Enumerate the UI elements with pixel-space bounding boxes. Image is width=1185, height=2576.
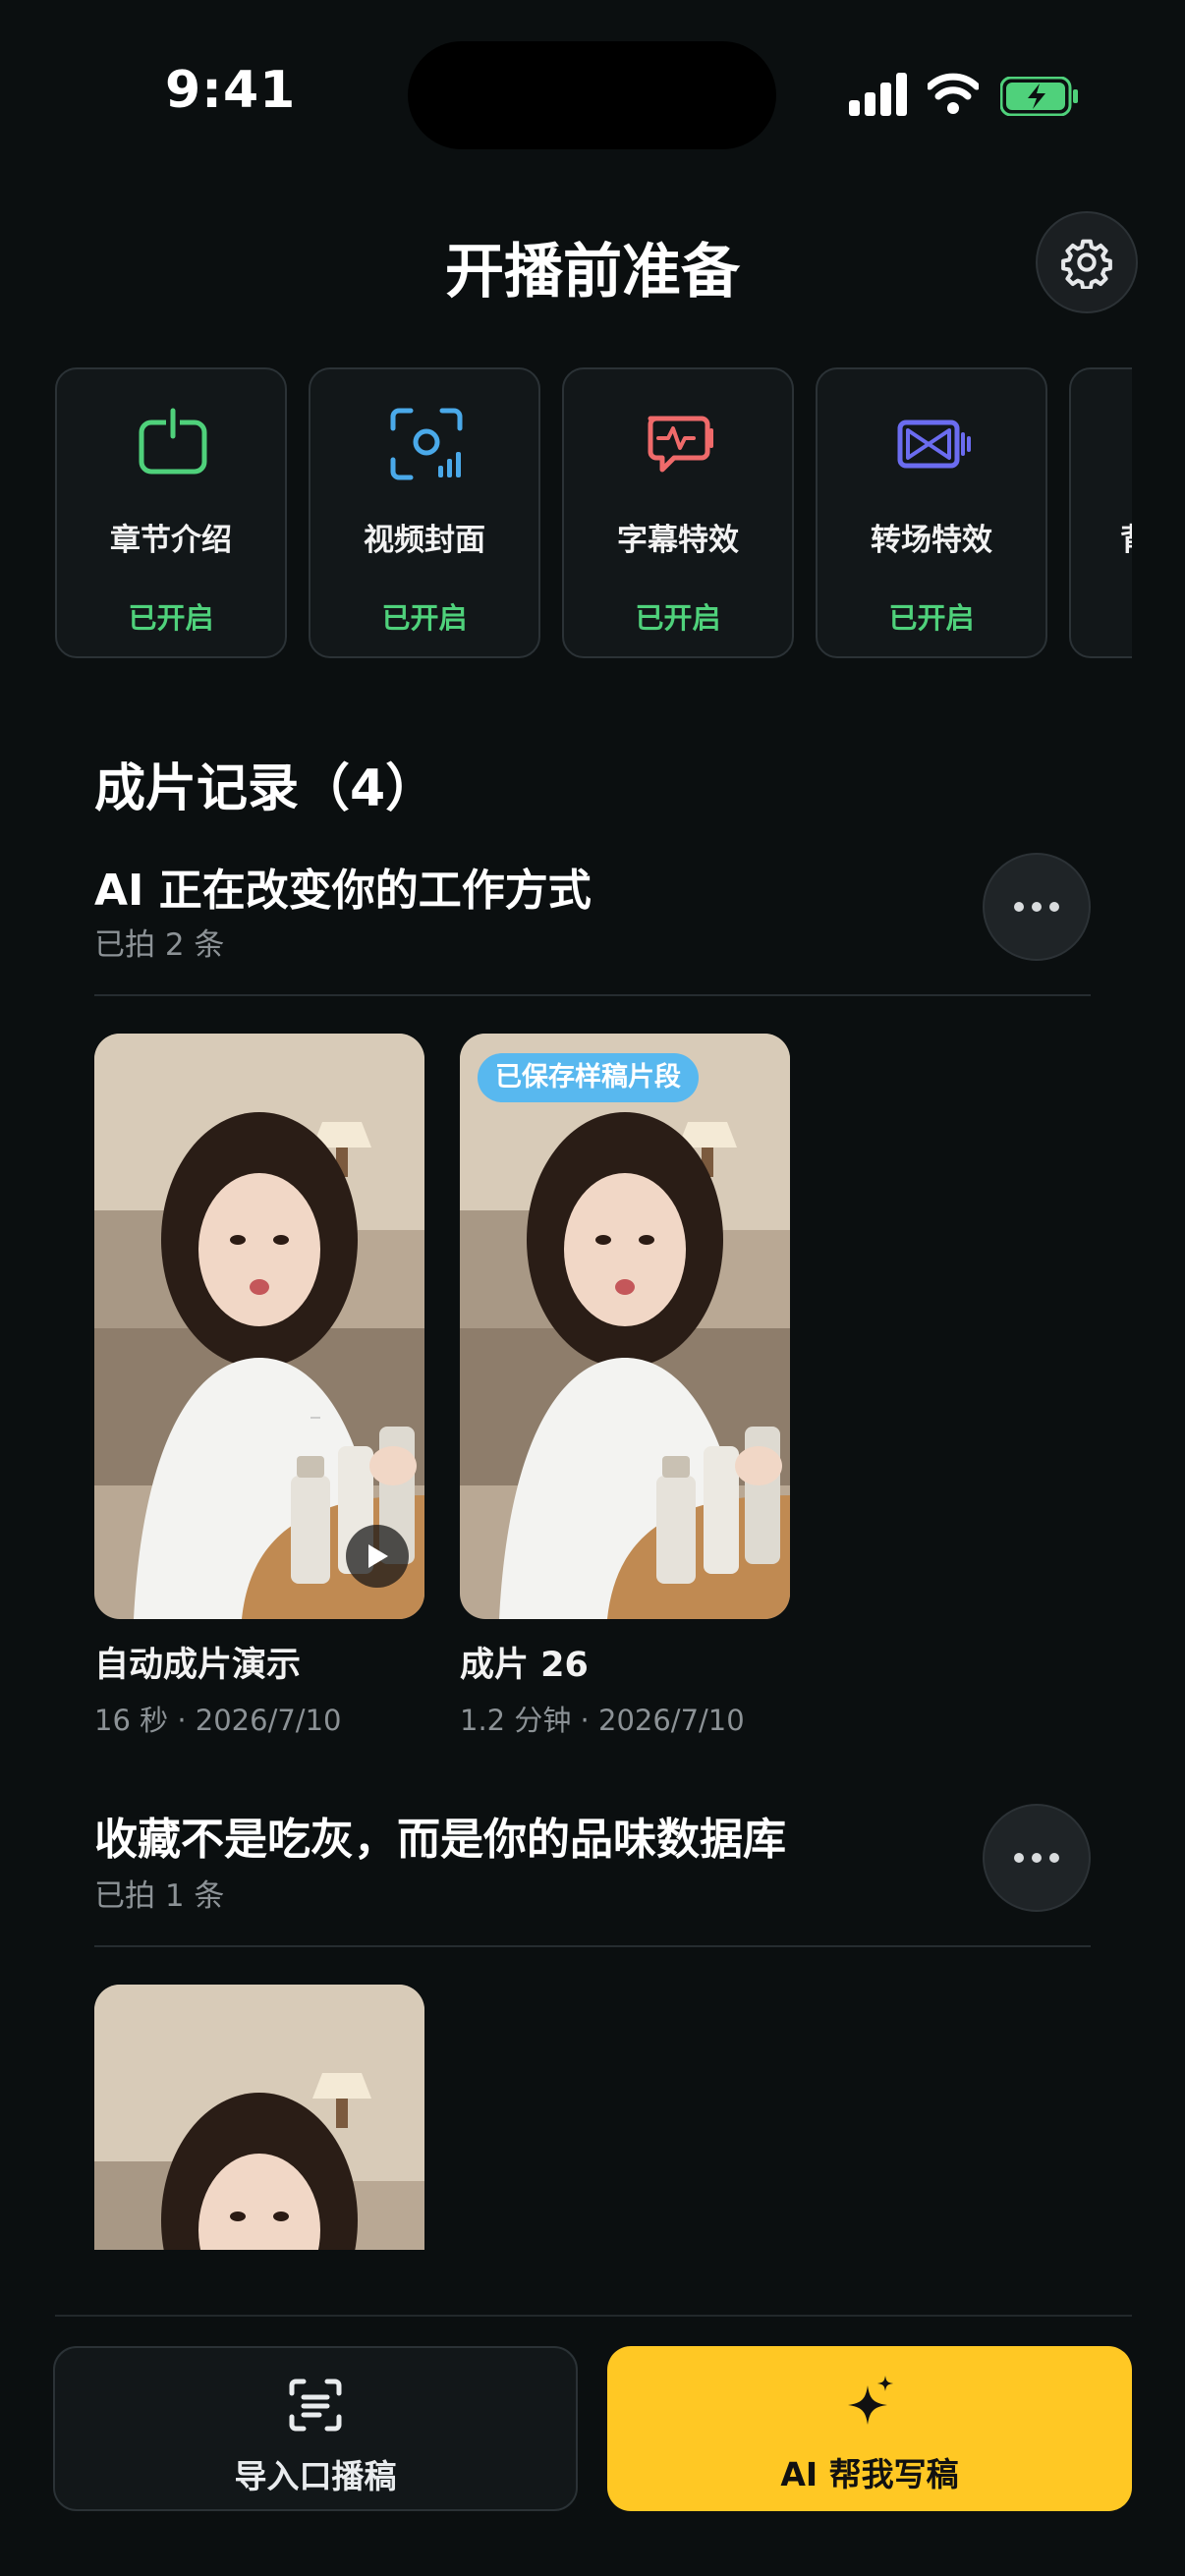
clip-thumbnail[interactable] <box>94 1034 424 1619</box>
feature-status: 已开启 <box>635 601 721 635</box>
feature-status: 已开启 <box>381 601 468 635</box>
play-icon <box>368 1544 388 1568</box>
records-title: 成片记录（4） <box>94 759 437 818</box>
settings-button[interactable] <box>1036 211 1138 313</box>
group-more-button[interactable] <box>983 853 1091 961</box>
play-button[interactable] <box>346 1525 409 1588</box>
scan-text-icon <box>289 2379 342 2432</box>
group-more-button[interactable] <box>983 1804 1091 1912</box>
power-frame-icon <box>139 408 207 475</box>
group-title: AI 正在改变你的工作方式 <box>94 866 592 916</box>
video-thumbnail-image <box>94 1985 424 2250</box>
page-title: 开播前准备 <box>445 238 740 307</box>
cellular-signal-icon <box>849 73 908 116</box>
dynamic-island <box>408 41 776 149</box>
feature-status: 已开启 <box>128 601 214 635</box>
group-title: 收藏不是吃灰，而是你的品味数据库 <box>94 1815 786 1865</box>
status-time: 9:41 <box>165 61 297 120</box>
import-script-button[interactable]: 导入口播稿 <box>53 2346 578 2511</box>
clip-meta: 1.2 分钟 · 2026/7/10 <box>460 1704 745 1737</box>
feature-card-transition-effects[interactable]: 转场特效 已开启 <box>816 367 1047 658</box>
more-dots-icon <box>1014 1853 1024 1863</box>
feature-card-row: 章节介绍 已开启 视频封面 已开启 字幕特效 已开启 转场特效 已开启 <box>55 367 1132 658</box>
import-script-label: 导入口播稿 <box>234 2457 397 2495</box>
camera-scan-icon <box>390 408 463 480</box>
feature-label: 背 <box>1120 515 1132 559</box>
bottom-divider <box>55 2315 1132 2317</box>
divider <box>94 994 1091 996</box>
feature-status: 已开启 <box>888 601 975 635</box>
clip-name: 自动成片演示 <box>94 1646 302 1685</box>
clip-meta: 16 秒 · 2026/7/10 <box>94 1704 342 1737</box>
feature-card-partial[interactable]: 背 <box>1069 367 1132 658</box>
feature-card-subtitle-effects[interactable]: 字幕特效 已开启 <box>562 367 794 658</box>
status-bar: 9:41 <box>0 0 1185 187</box>
feature-label: 视频封面 <box>364 523 485 558</box>
battery-charging-icon <box>1000 77 1078 116</box>
transition-icon <box>897 420 971 469</box>
feature-label: 转场特效 <box>871 523 992 558</box>
feature-card-chapter-intro[interactable]: 章节介绍 已开启 <box>55 367 287 658</box>
feature-label: 章节介绍 <box>110 523 232 558</box>
saved-draft-badge: 已保存样稿片段 <box>478 1053 699 1102</box>
group-count: 已拍 1 条 <box>94 1878 225 1914</box>
feature-label: 字幕特效 <box>617 523 739 558</box>
more-dots-icon <box>1014 902 1024 912</box>
group-count: 已拍 2 条 <box>94 927 225 963</box>
ai-write-button[interactable]: AI 帮我写稿 <box>607 2346 1132 2511</box>
clip-thumbnail[interactable]: 已保存样稿片段 <box>460 1034 790 1619</box>
wifi-icon <box>928 73 979 114</box>
clip-thumbnail[interactable] <box>94 1985 424 2250</box>
sparkle-icon <box>848 2376 893 2425</box>
feature-card-video-cover[interactable]: 视频封面 已开启 <box>309 367 540 658</box>
clip-name: 成片 26 <box>460 1646 589 1685</box>
gear-icon <box>1061 239 1112 289</box>
subtitle-pulse-icon <box>648 416 713 473</box>
video-thumbnail-image <box>460 1034 790 1619</box>
divider <box>94 1945 1091 1947</box>
ai-write-label: AI 帮我写稿 <box>780 2455 959 2493</box>
